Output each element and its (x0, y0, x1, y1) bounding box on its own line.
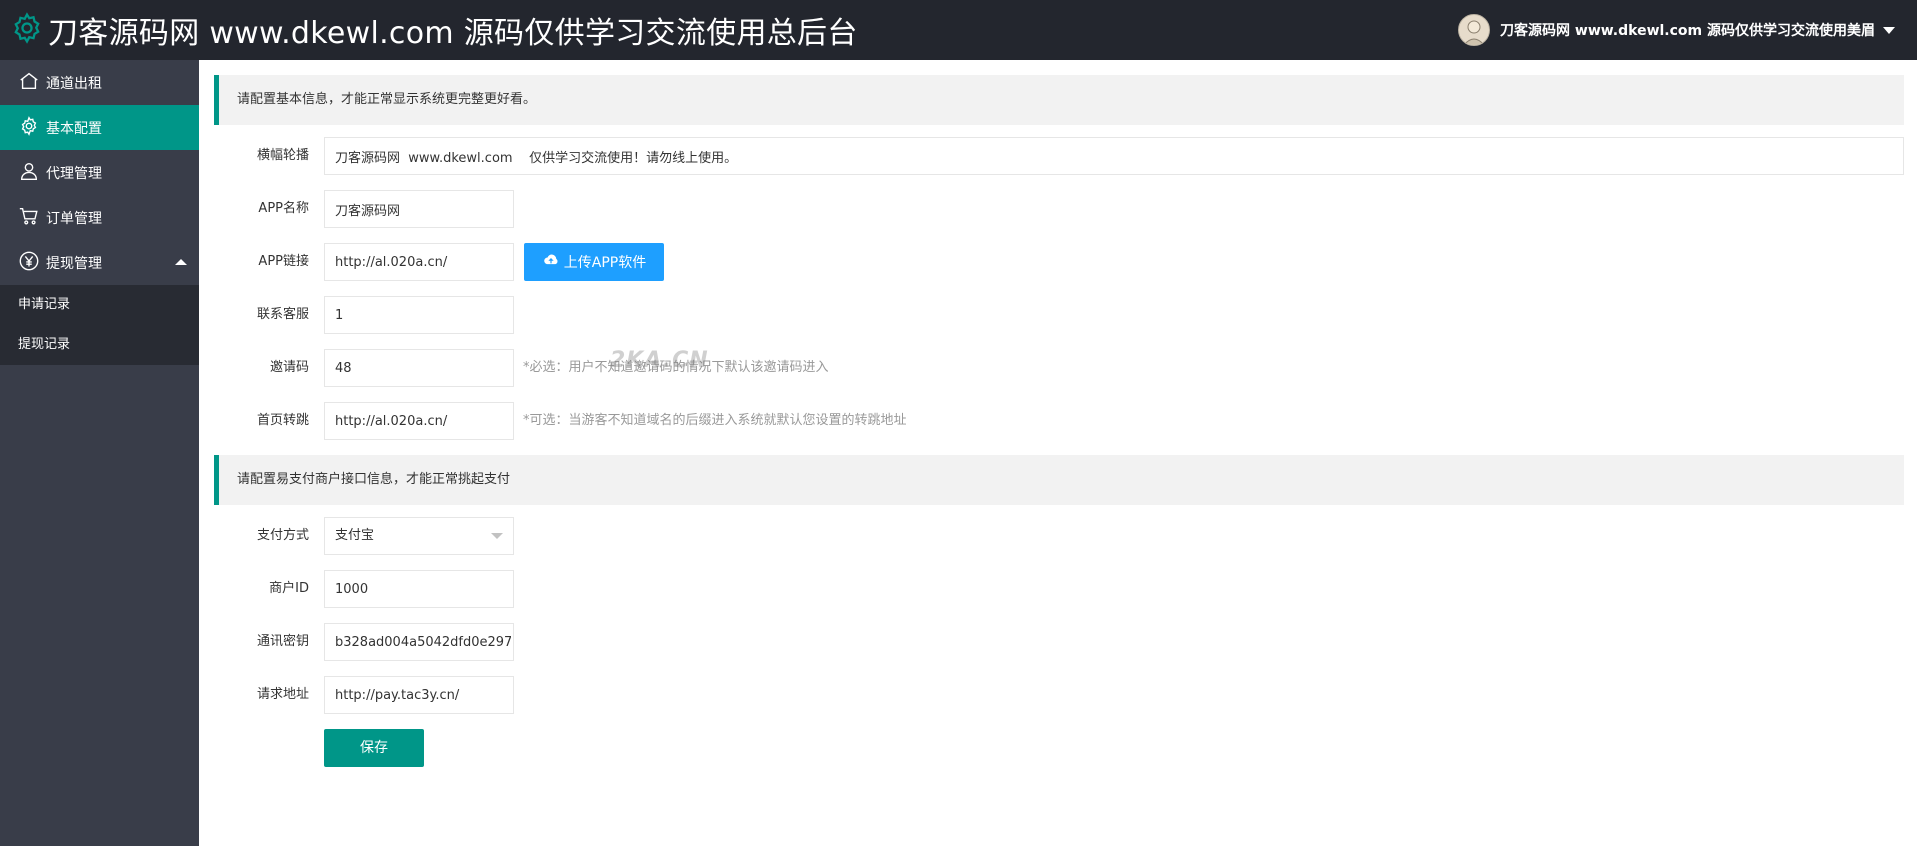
sidebar-item-agent[interactable]: 代理管理 (0, 150, 199, 195)
top-header: 刀客源码网 www.dkewl.com 源码仅供学习交流使用总后台 刀客源码网 … (0, 0, 1917, 60)
label-invite: 邀请码 (269, 360, 309, 375)
user-menu[interactable]: 刀客源码网 www.dkewl.com 源码仅供学习交流使用美眉 (1458, 14, 1895, 46)
banner-input[interactable] (324, 137, 1904, 175)
form-row-app-link: APP链接 上传APP软件 (199, 243, 899, 281)
yen-icon (18, 250, 46, 276)
pay-method-value: 支付宝 (335, 528, 375, 543)
sidebar-item-withdraw[interactable]: 提现管理 (0, 240, 199, 285)
label-secret: 通讯密钥 (256, 634, 309, 649)
cloud-upload-icon (542, 251, 564, 273)
sidebar-subitem-apply-records[interactable]: 申请记录 (0, 285, 199, 325)
sidebar-item-label: 订单管理 (46, 210, 102, 227)
chevron-down-icon (491, 533, 503, 539)
sidebar-item-label: 代理管理 (46, 165, 102, 182)
label-pay-method: 支付方式 (256, 528, 309, 543)
avatar[interactable] (1458, 14, 1491, 46)
sidebar: 通道出租 基本配置 代理管理 订单管理 提现管理 申请记录 提现记录 (0, 60, 199, 846)
upload-app-button[interactable]: 上传APP软件 (524, 243, 664, 281)
user-icon (18, 160, 46, 186)
sidebar-item-label: 通道出租 (46, 75, 102, 92)
invite-code-input[interactable] (324, 349, 514, 387)
label-app-link: APP链接 (258, 254, 309, 269)
logo[interactable]: 刀客源码网 www.dkewl.com 源码仅供学习交流使用总后台 (10, 10, 858, 51)
label-redirect: 首页转跳 (256, 413, 309, 428)
chevron-down-icon[interactable] (1883, 26, 1895, 34)
user-name: 刀客源码网 www.dkewl.com 源码仅供学习交流使用美眉 (1500, 23, 1875, 39)
sidebar-item-basic-config[interactable]: 基本配置 (0, 105, 199, 150)
watermark: 2KA.CN (610, 348, 709, 373)
upload-app-label: 上传APP软件 (563, 255, 647, 271)
sidebar-submenu: 申请记录 提现记录 (0, 285, 199, 365)
section-title-payment: 请配置易支付商户接口信息，才能正常挑起支付 (214, 455, 1904, 505)
chevron-up-icon[interactable] (175, 259, 187, 265)
section-title-basic: 请配置基本信息，才能正常显示系统更完整更好看。 (214, 75, 1904, 125)
main-content: 请配置基本信息，才能正常显示系统更完整更好看。 横幅轮播 APP名称 APP链接… (199, 60, 1917, 846)
sidebar-item-label: 提现管理 (46, 255, 102, 272)
app-link-input[interactable] (324, 243, 514, 281)
form-row-redirect: 首页转跳 *可选：当游客不知道域名的后缀进入系统就默认您设置的转跳地址 (199, 402, 1199, 440)
label-request-url: 请求地址 (256, 687, 309, 702)
label-service: 联系客服 (256, 307, 309, 322)
save-button[interactable]: 保存 (324, 729, 424, 767)
sidebar-item-channel[interactable]: 通道出租 (0, 60, 199, 105)
label-merchant-id: 商户ID (269, 581, 309, 596)
secret-key-input[interactable] (324, 623, 514, 661)
app-name-input[interactable] (324, 190, 514, 228)
app-title: 刀客源码网 www.dkewl.com 源码仅供学习交流使用总后台 (48, 16, 858, 51)
form-row-pay-method: 支付方式 支付宝 (199, 517, 599, 555)
merchant-id-input[interactable] (324, 570, 514, 608)
request-url-input[interactable] (324, 676, 514, 714)
gear-icon (10, 11, 44, 49)
service-input[interactable] (324, 296, 514, 334)
pay-method-select[interactable]: 支付宝 (324, 517, 514, 555)
redirect-hint: *可选：当游客不知道域名的后缀进入系统就默认您设置的转跳地址 (523, 413, 907, 428)
sidebar-item-orders[interactable]: 订单管理 (0, 195, 199, 240)
label-app-name: APP名称 (258, 201, 309, 216)
gear-icon (18, 115, 46, 141)
sidebar-item-label: 基本配置 (46, 120, 102, 137)
redirect-input[interactable] (324, 402, 514, 440)
label-banner: 横幅轮播 (256, 148, 309, 163)
sidebar-subitem-withdraw-records[interactable]: 提现记录 (0, 325, 199, 365)
cart-icon (18, 205, 46, 231)
home-icon (18, 70, 46, 96)
